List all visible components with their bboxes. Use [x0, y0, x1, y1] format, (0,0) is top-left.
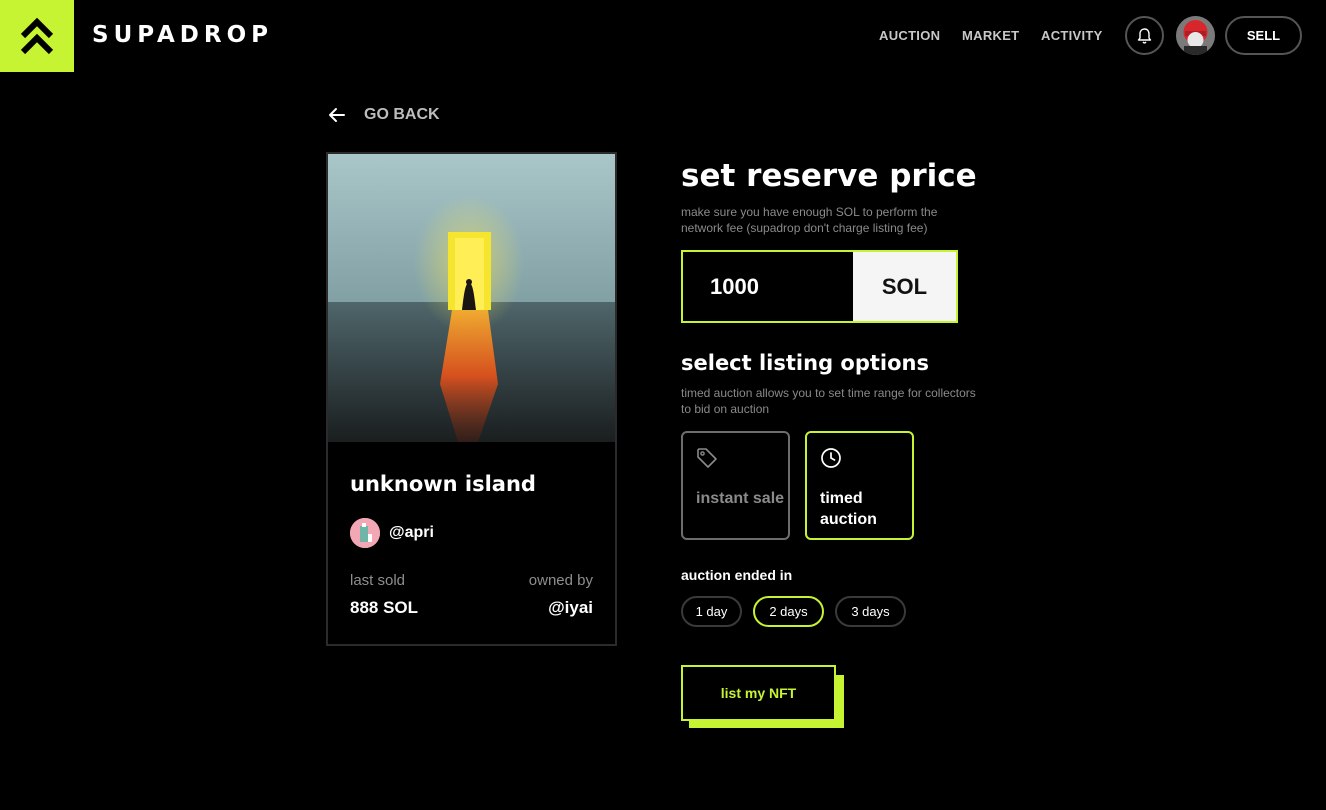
owner-handle[interactable]: @iyai [548, 598, 593, 618]
last-sold-value: 888 SOL [350, 598, 419, 617]
listing-options-heading: select listing options [681, 351, 929, 375]
nft-image [328, 154, 615, 442]
creator-avatar-image [350, 518, 380, 548]
arrow-left-icon [329, 108, 345, 122]
duration-1-day[interactable]: 1 day [681, 596, 742, 627]
clock-icon [821, 448, 841, 468]
list-nft-button[interactable]: list my NFT [681, 665, 836, 721]
owned-by-label: owned by [528, 572, 593, 589]
currency-label: SOL [853, 252, 956, 321]
reserve-price-note: make sure you have enough SOL to perform… [681, 205, 938, 235]
option-instant-sale[interactable]: instant sale [681, 431, 790, 540]
auction-ended-label: auction ended in [681, 567, 793, 583]
nft-title: unknown island [350, 472, 536, 496]
go-back-label: GO BACK [364, 106, 440, 123]
creator-handle: @apri [389, 524, 434, 541]
option-label: timed auction [820, 490, 877, 528]
nft-card[interactable]: unknown island @apri last sold owned by … [326, 152, 617, 646]
duration-2-days[interactable]: 2 days [753, 596, 824, 627]
reserve-price-heading: set reserve price [681, 158, 977, 194]
user-avatar[interactable] [1176, 16, 1215, 55]
reserve-price-field[interactable]: SOL [681, 250, 958, 323]
go-back-link[interactable]: GO BACK [328, 106, 440, 124]
last-sold-label: last sold [350, 572, 406, 589]
listing-options-note: timed auction allows you to set time ran… [681, 386, 976, 416]
duration-3-days[interactable]: 3 days [835, 596, 906, 627]
nav-auction[interactable]: AUCTION [879, 28, 940, 43]
creator-avatar [350, 518, 380, 548]
bell-icon [1137, 27, 1152, 44]
tag-icon [697, 448, 717, 468]
logo[interactable] [0, 0, 74, 72]
nft-creator[interactable]: @apri [350, 518, 434, 548]
nav-activity[interactable]: ACTIVITY [1041, 28, 1103, 43]
option-label: instant sale [696, 490, 785, 507]
price-input[interactable] [683, 252, 853, 321]
nav-market[interactable]: MARKET [962, 28, 1019, 43]
option-timed-auction[interactable]: timed auction [805, 431, 914, 540]
brand-name: SUPADROP [92, 22, 273, 48]
double-chevron-up-icon [20, 17, 54, 55]
notifications-button[interactable] [1125, 16, 1164, 55]
avatar-image [1176, 16, 1215, 55]
sell-button[interactable]: SELL [1225, 16, 1302, 55]
